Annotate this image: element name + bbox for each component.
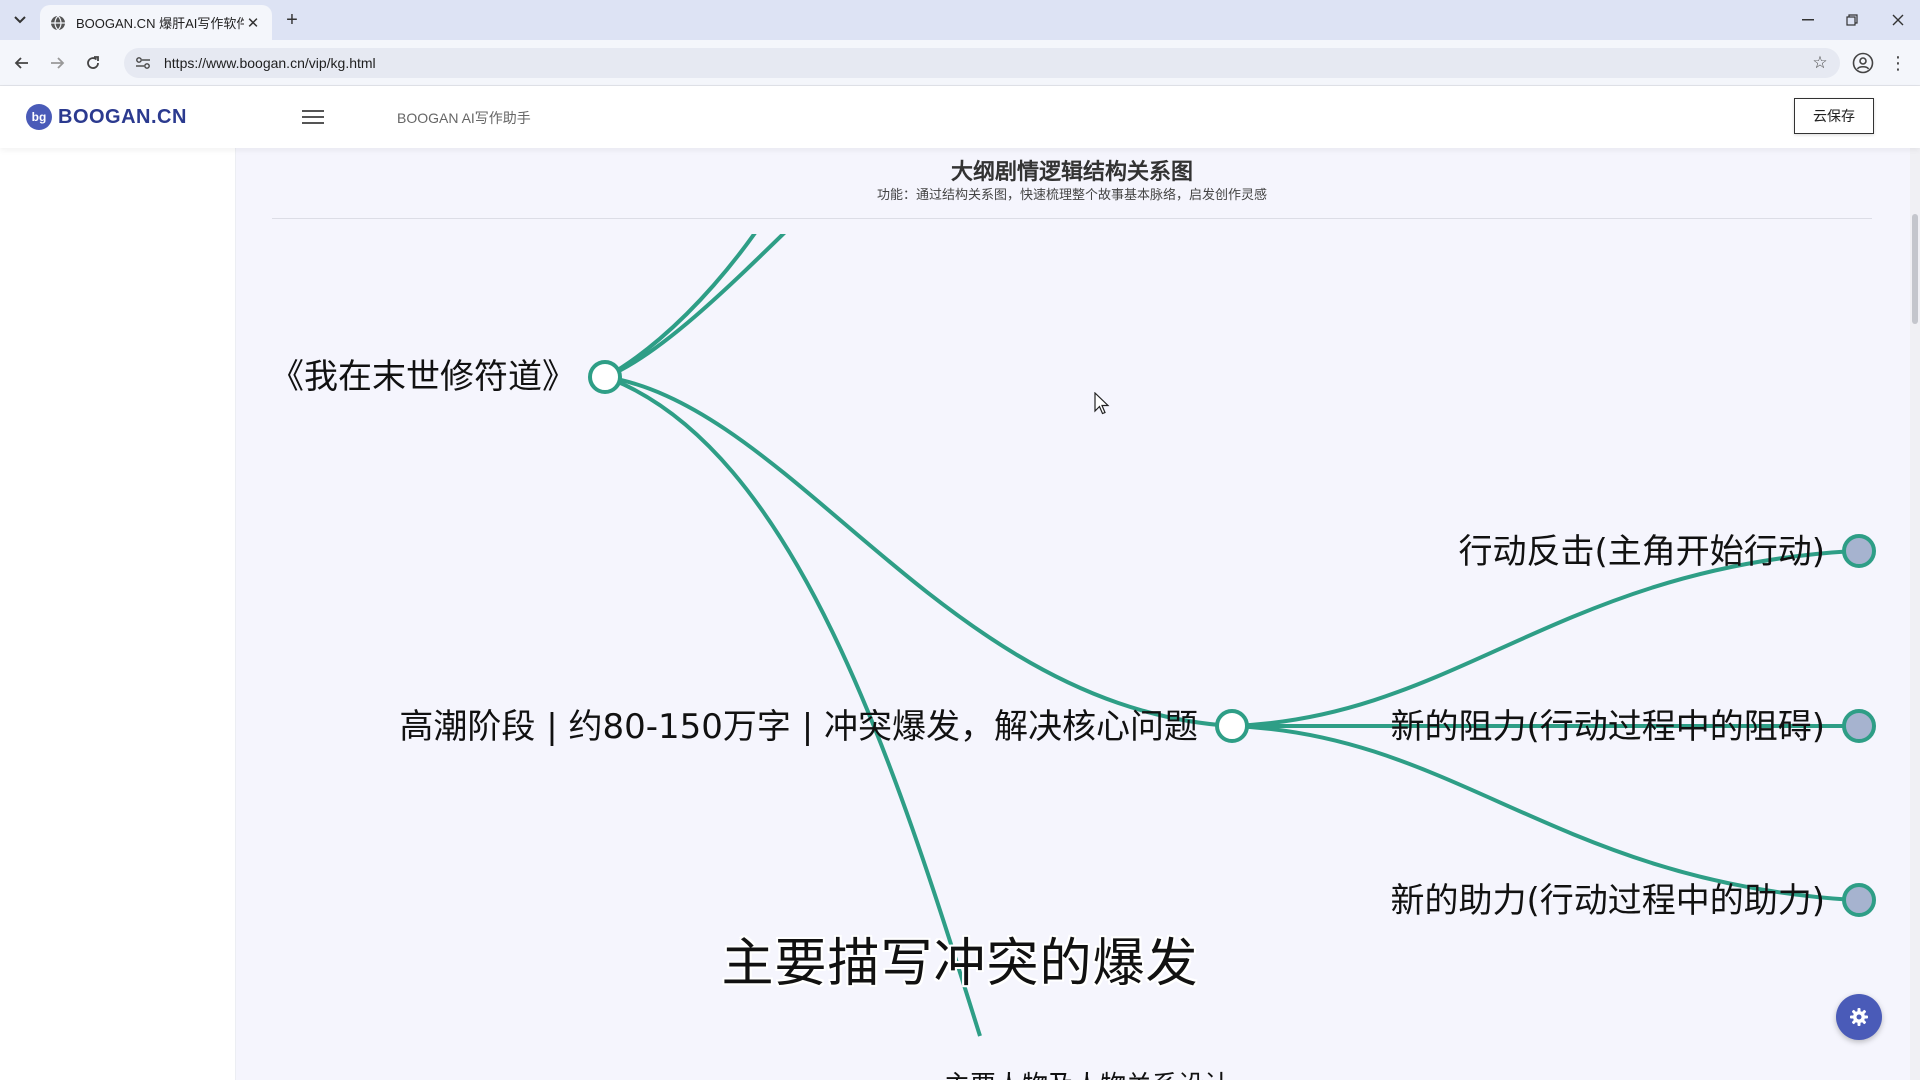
page-scrollbar[interactable] — [1910, 148, 1920, 1080]
child-node-1[interactable] — [1842, 534, 1876, 568]
restore-icon[interactable] — [1834, 6, 1870, 34]
stage-label[interactable]: 高潮阶段 | 约80-150万字 | 冲突爆发，解决核心问题 — [399, 707, 1198, 747]
logo-text: BOOGAN.CN — [58, 105, 187, 128]
child-label-3[interactable]: 新的助力(行动过程中的助力) — [1390, 881, 1825, 921]
partial-node-label[interactable]: 主要人物及人物关系设计 — [944, 1071, 1230, 1080]
address-bar[interactable]: https://www.boogan.cn/vip/kg.html ☆ — [124, 48, 1840, 78]
cursor-icon — [1094, 392, 1110, 415]
scroll-thumb[interactable] — [1912, 214, 1918, 324]
child-node-3[interactable] — [1842, 883, 1876, 917]
site-header: bg BOOGAN.CN BOOGAN AI写作助手 云保存 — [0, 86, 1920, 148]
globe-favicon-icon — [51, 15, 65, 30]
profile-icon[interactable] — [1852, 52, 1874, 74]
link-stage-child1 — [1231, 549, 1855, 728]
reload-icon[interactable] — [80, 50, 106, 76]
child-node-2[interactable] — [1842, 709, 1876, 743]
link-root-stage — [605, 375, 1233, 728]
link-root-up2 — [605, 234, 757, 379]
gear-icon — [1850, 1008, 1868, 1026]
minimize-icon[interactable] — [1790, 6, 1826, 34]
back-arrow-icon[interactable] — [9, 50, 35, 76]
plus-icon[interactable]: + — [280, 8, 304, 32]
url-text[interactable]: https://www.boogan.cn/vip/kg.html — [164, 55, 1806, 71]
site-logo[interactable]: bg BOOGAN.CN — [26, 104, 187, 130]
header-title: BOOGAN AI写作助手 — [397, 110, 531, 126]
hamburger-menu-icon[interactable] — [302, 106, 324, 126]
browser-tab[interactable]: BOOGAN.CN 爆肝AI写作软件 ✕ — [40, 5, 272, 40]
root-node[interactable] — [588, 360, 622, 394]
browser-tab-strip: BOOGAN.CN 爆肝AI写作软件 ✕ + — [0, 0, 1920, 40]
child-label-2[interactable]: 新的阻力(行动过程中的阻碍) — [1390, 707, 1825, 747]
root-label[interactable]: 《我在末世修符道》 — [270, 357, 576, 397]
more-vert-icon[interactable]: ⋮ — [1888, 50, 1908, 76]
site-info-icon[interactable] — [128, 48, 158, 78]
child-label-1[interactable]: 行动反击(主角开始行动) — [1458, 532, 1825, 572]
stage-node[interactable] — [1215, 709, 1249, 743]
cloud-save-button[interactable]: 云保存 — [1794, 98, 1874, 134]
forward-arrow-icon[interactable] — [44, 50, 70, 76]
close-icon[interactable]: ✕ — [244, 14, 262, 32]
logo-badge: bg — [26, 104, 52, 130]
link-stage-child3 — [1231, 724, 1855, 902]
link-root-up1 — [605, 234, 787, 379]
tab-title: BOOGAN.CN 爆肝AI写作软件 — [76, 16, 244, 31]
settings-button[interactable] — [1836, 994, 1882, 1040]
video-subtitle: 主要描写冲突的爆发 — [721, 934, 1199, 994]
tab-search-icon[interactable] — [8, 8, 32, 32]
browser-toolbar: https://www.boogan.cn/vip/kg.html ☆ ⋮ — [0, 40, 1920, 86]
close-window-icon[interactable] — [1880, 6, 1916, 34]
star-icon[interactable]: ☆ — [1806, 49, 1834, 77]
